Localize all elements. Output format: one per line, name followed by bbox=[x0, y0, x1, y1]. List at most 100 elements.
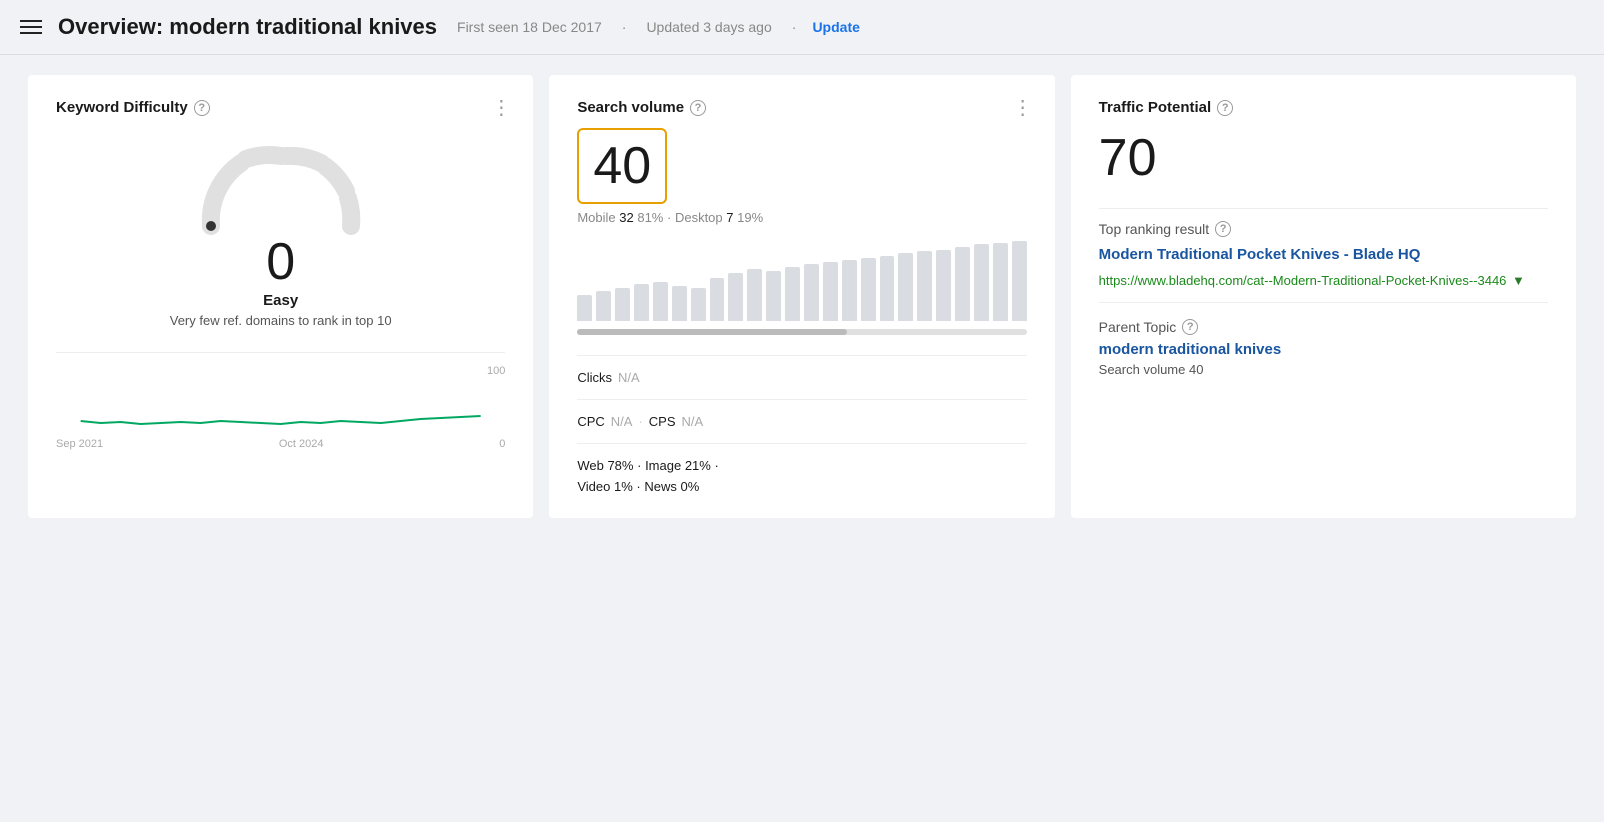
tp-divider1 bbox=[1099, 208, 1548, 209]
card1-menu-icon[interactable]: ⋮ bbox=[491, 95, 513, 120]
sv-bar-item bbox=[785, 267, 800, 321]
gauge-container: 0 Easy Very few ref. domains to rank in … bbox=[56, 136, 505, 328]
sv-bar-item bbox=[653, 282, 668, 321]
page-title: Overview: modern traditional knives bbox=[58, 14, 437, 40]
sv-breakdown: Mobile 32 81% · Desktop 7 19% bbox=[577, 210, 1026, 225]
sv-bar-item bbox=[861, 258, 876, 321]
tp-value: 70 bbox=[1099, 128, 1548, 188]
card3-title: Traffic Potential ? bbox=[1099, 99, 1548, 116]
difficulty-label: Easy bbox=[263, 292, 298, 309]
menu-button[interactable] bbox=[20, 20, 42, 34]
sv-bar-item bbox=[917, 251, 932, 321]
sv-video-label: Video bbox=[577, 479, 610, 494]
keyword-difficulty-help-icon[interactable]: ? bbox=[194, 100, 210, 116]
sv-news-label: News bbox=[644, 479, 677, 494]
sv-value: 40 bbox=[593, 140, 651, 192]
tp-url-dropdown-icon[interactable]: ▼ bbox=[1512, 273, 1525, 288]
search-volume-help-icon[interactable]: ? bbox=[690, 100, 706, 116]
sv-scroll-indicator[interactable] bbox=[577, 329, 1026, 335]
sv-bar-item bbox=[691, 288, 706, 321]
card1-title: Keyword Difficulty ? bbox=[56, 99, 505, 116]
sv-video-pct: 1% bbox=[614, 479, 633, 494]
sv-bar-item bbox=[955, 247, 970, 321]
sv-bar-item bbox=[710, 278, 725, 321]
sv-sep2: · bbox=[637, 458, 645, 473]
kd-date-start: Sep 2021 bbox=[56, 438, 103, 450]
sv-cpc-value: N/A bbox=[611, 414, 633, 429]
sv-bar-item bbox=[672, 286, 687, 321]
sv-bar-item bbox=[993, 243, 1008, 321]
traffic-potential-card: Traffic Potential ? 70 Top ranking resul… bbox=[1071, 75, 1576, 518]
sv-cpc-label: CPC bbox=[577, 414, 604, 429]
sv-bar-item bbox=[615, 288, 630, 321]
kd-date-end: Oct 2024 bbox=[279, 438, 324, 450]
sv-bar-item bbox=[804, 264, 819, 321]
kd-date-row: Sep 2021 Oct 2024 0 bbox=[56, 438, 505, 450]
card2-title: Search volume ? bbox=[577, 99, 1026, 116]
sv-web-label: Web bbox=[577, 458, 604, 473]
kd-chart-area: 100 Sep 2021 Oct 2024 0 bbox=[56, 352, 505, 450]
sv-bar-item bbox=[747, 269, 762, 321]
tp-parent-topic-label: Parent Topic ? bbox=[1099, 319, 1548, 335]
sv-bar-item bbox=[823, 262, 838, 321]
sv-clicks-row: Clicks N/A bbox=[577, 355, 1026, 385]
top-ranking-help-icon[interactable]: ? bbox=[1215, 221, 1231, 237]
traffic-potential-help-icon[interactable]: ? bbox=[1217, 100, 1233, 116]
sv-bar-item bbox=[577, 295, 592, 321]
header-separator1: · bbox=[622, 19, 627, 35]
tp-parent-sv: Search volume 40 bbox=[1099, 362, 1548, 377]
difficulty-value: 0 bbox=[266, 232, 295, 292]
sv-bar-item bbox=[974, 244, 989, 321]
sv-news-pct: 0% bbox=[680, 479, 699, 494]
sv-cps-value: N/A bbox=[682, 414, 704, 429]
kd-date-zero: 0 bbox=[499, 438, 505, 450]
sv-bar-item bbox=[634, 284, 649, 321]
tp-link-title[interactable]: Modern Traditional Pocket Knives - Blade… bbox=[1099, 245, 1548, 265]
sv-image-label: Image bbox=[645, 458, 681, 473]
sv-web-row: Web 78% · Image 21% · bbox=[577, 443, 1026, 473]
sv-scroll-thumb bbox=[577, 329, 847, 335]
sv-clicks-label: Clicks bbox=[577, 370, 612, 385]
sv-bar-item bbox=[1012, 241, 1027, 321]
gauge-svg bbox=[191, 136, 371, 236]
card2-menu-icon[interactable]: ⋮ bbox=[1013, 95, 1035, 120]
sv-web-pct: 78% bbox=[607, 458, 633, 473]
search-volume-card: Search volume ? ⋮ 40 Mobile 32 81% · Des… bbox=[549, 75, 1054, 518]
sv-bar-item bbox=[728, 273, 743, 321]
sv-image-pct: 21% bbox=[685, 458, 711, 473]
kd-chart-max-label: 100 bbox=[56, 365, 505, 377]
difficulty-desc: Very few ref. domains to rank in top 10 bbox=[170, 313, 392, 328]
tp-parent-link[interactable]: modern traditional knives bbox=[1099, 341, 1548, 358]
sv-cpc-sep: · bbox=[638, 414, 642, 429]
sv-highlighted-box: 40 bbox=[577, 128, 667, 204]
sv-sep1: · bbox=[667, 210, 675, 225]
header-first-seen: First seen 18 Dec 2017 bbox=[457, 19, 602, 35]
sv-desktop-label: Desktop bbox=[675, 210, 726, 225]
sv-clicks-value: N/A bbox=[618, 370, 640, 385]
kd-sparkline-svg bbox=[56, 381, 505, 429]
sv-cps-label: CPS bbox=[649, 414, 676, 429]
sv-mobile-pct: 81% bbox=[637, 210, 663, 225]
sv-bar-item bbox=[596, 291, 611, 321]
tp-link-url[interactable]: https://www.bladehq.com/cat--Modern-Trad… bbox=[1099, 271, 1548, 291]
sv-mobile-value: 32 bbox=[619, 210, 633, 225]
page-header: Overview: modern traditional knives Firs… bbox=[0, 0, 1604, 55]
tp-top-ranking-label: Top ranking result ? bbox=[1099, 221, 1548, 237]
sv-bar-item bbox=[936, 250, 951, 321]
cards-container: Keyword Difficulty ? ⋮ 0 Easy Very few r… bbox=[0, 55, 1604, 538]
sv-video-row: Video 1% · News 0% bbox=[577, 479, 1026, 494]
tp-divider2 bbox=[1099, 302, 1548, 303]
parent-topic-help-icon[interactable]: ? bbox=[1182, 319, 1198, 335]
sv-bar-item bbox=[766, 271, 781, 321]
sv-desktop-value: 7 bbox=[726, 210, 733, 225]
sv-cpc-row: CPC N/A · CPS N/A bbox=[577, 399, 1026, 429]
update-button[interactable]: Update bbox=[812, 19, 859, 35]
sv-bar-item bbox=[842, 260, 857, 321]
header-updated: Updated 3 days ago bbox=[646, 19, 771, 35]
sv-desktop-pct: 19% bbox=[737, 210, 763, 225]
sv-bar-item bbox=[880, 256, 895, 321]
keyword-difficulty-card: Keyword Difficulty ? ⋮ 0 Easy Very few r… bbox=[28, 75, 533, 518]
header-separator2: · bbox=[792, 19, 797, 35]
sv-sep3: · bbox=[714, 458, 718, 473]
sv-bar-item bbox=[898, 253, 913, 321]
